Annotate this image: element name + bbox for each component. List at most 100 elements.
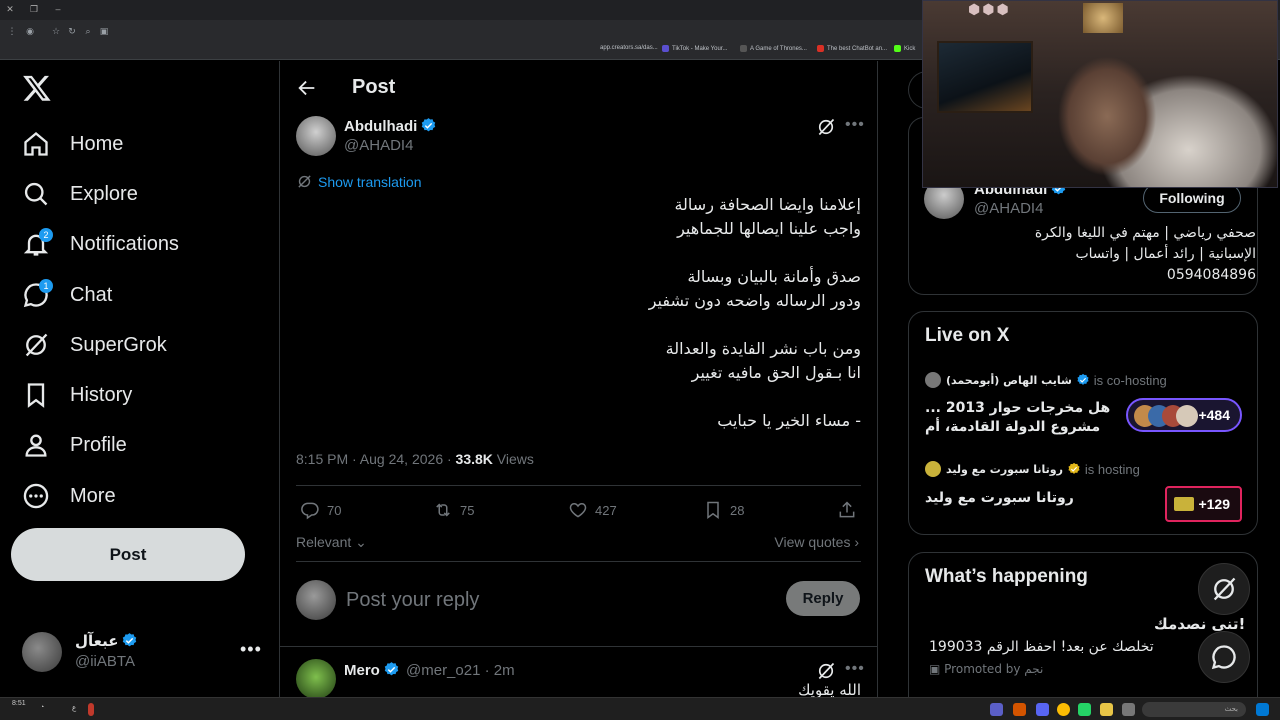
nav-explore-label: Explore xyxy=(70,182,138,205)
hexagon-lights: ⬢⬢⬢ xyxy=(968,1,1011,17)
nav-history[interactable]: History xyxy=(22,377,132,413)
reply-button[interactable]: Reply xyxy=(786,581,860,616)
post-timestamp[interactable]: 8:15 PM · Aug 24, 2026 · 33.8K Views xyxy=(296,451,534,467)
restore-window-icon[interactable]: ❐ xyxy=(28,3,40,15)
nav-home[interactable]: Home xyxy=(22,126,123,162)
live-host-row[interactable]: شايب الهاص (أبومحمد) is co-hosting xyxy=(925,372,1167,388)
divider xyxy=(296,561,861,562)
nav-profile-label: Profile xyxy=(70,433,127,456)
taskbar-search[interactable]: بحث xyxy=(1142,702,1246,717)
nav-chat[interactable]: 1 Chat xyxy=(22,277,112,313)
folder-icon[interactable] xyxy=(1100,703,1113,716)
account-handle: @iiABTA xyxy=(75,653,135,670)
reply-icon xyxy=(301,502,319,520)
live-space-title[interactable]: هل مخرجات حوار 2013 ... مشروع الدولة الق… xyxy=(925,399,1115,437)
primary-nav: Home Explore 2 Notifications 1 Chat Supe… xyxy=(0,61,279,697)
star-icon[interactable]: ☆ xyxy=(50,25,62,37)
home-icon xyxy=(24,131,48,156)
x-logo-icon[interactable] xyxy=(22,73,52,103)
share-action[interactable] xyxy=(837,500,864,520)
nav-supergrok[interactable]: SuperGrok xyxy=(22,327,167,363)
compose-post-button[interactable]: Post xyxy=(11,528,245,581)
account-switcher[interactable]: عبعآل @iiABTA ••• xyxy=(22,631,262,673)
verified-badge-icon xyxy=(123,633,137,647)
author-avatar[interactable] xyxy=(296,116,336,156)
reply-author-avatar[interactable] xyxy=(296,659,336,699)
avatar xyxy=(925,372,941,388)
promoted-icon: ▣ xyxy=(929,662,945,676)
bookmark-item[interactable]: A Game of Thrones... xyxy=(740,45,807,52)
back-arrow-icon[interactable] xyxy=(296,77,318,99)
chat-badge: 1 xyxy=(39,279,53,293)
close-window-icon[interactable]: ✕ xyxy=(4,3,16,15)
search-icon xyxy=(24,182,48,206)
grok-fab-button[interactable] xyxy=(1198,563,1250,615)
bookmark-action[interactable]: 28 xyxy=(703,500,744,520)
wifi-icon[interactable]: ◔ xyxy=(40,704,44,711)
account-name: عبعآل xyxy=(75,632,138,650)
author-name[interactable]: Abdulhadi xyxy=(344,117,437,135)
app-icon[interactable] xyxy=(1122,703,1135,716)
profile-bio: صحفي رياضي | مهتم في الليغا والكرة الإسب… xyxy=(1034,225,1256,283)
live-listener-count[interactable]: +484 xyxy=(1126,398,1242,432)
teams-icon[interactable] xyxy=(990,703,1003,716)
os-taskbar: 8:51 ◔ ع بحث xyxy=(0,697,1280,720)
nav-profile[interactable]: Profile xyxy=(22,427,127,463)
promo-headline[interactable]: تنى نصدمك! xyxy=(1154,615,1245,633)
windows-start-icon[interactable] xyxy=(1256,703,1269,716)
bookmark-item[interactable]: TikTok - Make Your... xyxy=(662,45,727,52)
extension-icon[interactable]: ▣ xyxy=(98,25,110,37)
site-info-icon[interactable]: ◉ xyxy=(24,25,36,37)
reply-author-name[interactable]: Mero xyxy=(344,661,400,679)
repost-action[interactable]: 75 xyxy=(433,500,474,520)
live-space-title[interactable]: روتانا سبورت مع وليد xyxy=(925,489,1115,508)
nav-explore[interactable]: Explore xyxy=(22,176,138,212)
language-icon[interactable]: ع xyxy=(72,704,76,712)
promo-text[interactable]: تخلصك عن بعد! احفظ الرقم 199033 xyxy=(929,639,1154,655)
person-icon xyxy=(25,434,47,457)
share-icon xyxy=(839,501,855,518)
more-dots-icon[interactable]: ••• xyxy=(240,639,262,660)
bookmark-icon xyxy=(27,383,45,408)
post-more-icon[interactable]: ••• xyxy=(845,116,865,134)
reply-action[interactable]: 70 xyxy=(300,500,341,520)
nav-supergrok-label: SuperGrok xyxy=(70,333,167,356)
nav-home-label: Home xyxy=(70,132,124,155)
avatar xyxy=(925,461,941,477)
reply-author-handle[interactable]: @mer_o21 · 2m xyxy=(406,662,515,679)
post-more-icon[interactable]: ••• xyxy=(845,660,865,678)
bookmark-item[interactable]: Kick xyxy=(894,45,915,52)
promoted-by-label: ▣ Promoted by نجم xyxy=(929,662,1044,676)
show-translation-link[interactable]: Show translation xyxy=(296,173,422,190)
wall-picture xyxy=(937,41,1033,113)
chrome-icon[interactable] xyxy=(1057,703,1070,716)
reload-icon[interactable]: ↻ xyxy=(66,25,78,37)
chat-icon xyxy=(1211,645,1236,670)
minimize-window-icon[interactable]: – xyxy=(52,3,64,15)
profile-handle[interactable]: @AHADI4 xyxy=(974,200,1043,217)
discord-icon[interactable] xyxy=(1036,703,1049,716)
bookmark-item[interactable]: The best ChatBot an... xyxy=(817,45,887,52)
live-listener-count[interactable]: +129 xyxy=(1165,486,1242,522)
like-action[interactable]: 427 xyxy=(568,500,617,520)
grok-icon[interactable] xyxy=(816,661,836,681)
nav-notifications[interactable]: 2 Notifications xyxy=(22,226,179,262)
bookmark-item[interactable]: app.creators.sa/das... xyxy=(600,45,658,51)
app-icon[interactable] xyxy=(1013,703,1026,716)
record-icon[interactable] xyxy=(88,703,94,716)
chat-fab-button[interactable] xyxy=(1198,631,1250,683)
tweet-line: إعلامنا وايضا الصحافة رسالة xyxy=(674,195,861,214)
reply-sort-dropdown[interactable]: Relevant ⌄ xyxy=(296,534,367,551)
view-quotes-link[interactable]: View quotes › xyxy=(774,534,859,550)
reply-input[interactable] xyxy=(346,585,766,615)
live-host-row[interactable]: روتانا سبورت مع وليد is hosting xyxy=(925,461,1140,477)
grok-icon[interactable] xyxy=(816,117,836,137)
whatsapp-icon[interactable] xyxy=(1078,703,1091,716)
author-handle[interactable]: @AHADI4 xyxy=(344,137,413,154)
tweet-line: واجب علينا ايصالها للجماهير xyxy=(677,219,861,238)
divider xyxy=(296,485,861,486)
menu-dots-icon[interactable]: ⋮ xyxy=(6,25,18,37)
nav-more[interactable]: More xyxy=(22,478,116,514)
search-tab-icon[interactable]: ⌕ xyxy=(82,25,94,37)
nav-chat-label: Chat xyxy=(70,283,113,306)
